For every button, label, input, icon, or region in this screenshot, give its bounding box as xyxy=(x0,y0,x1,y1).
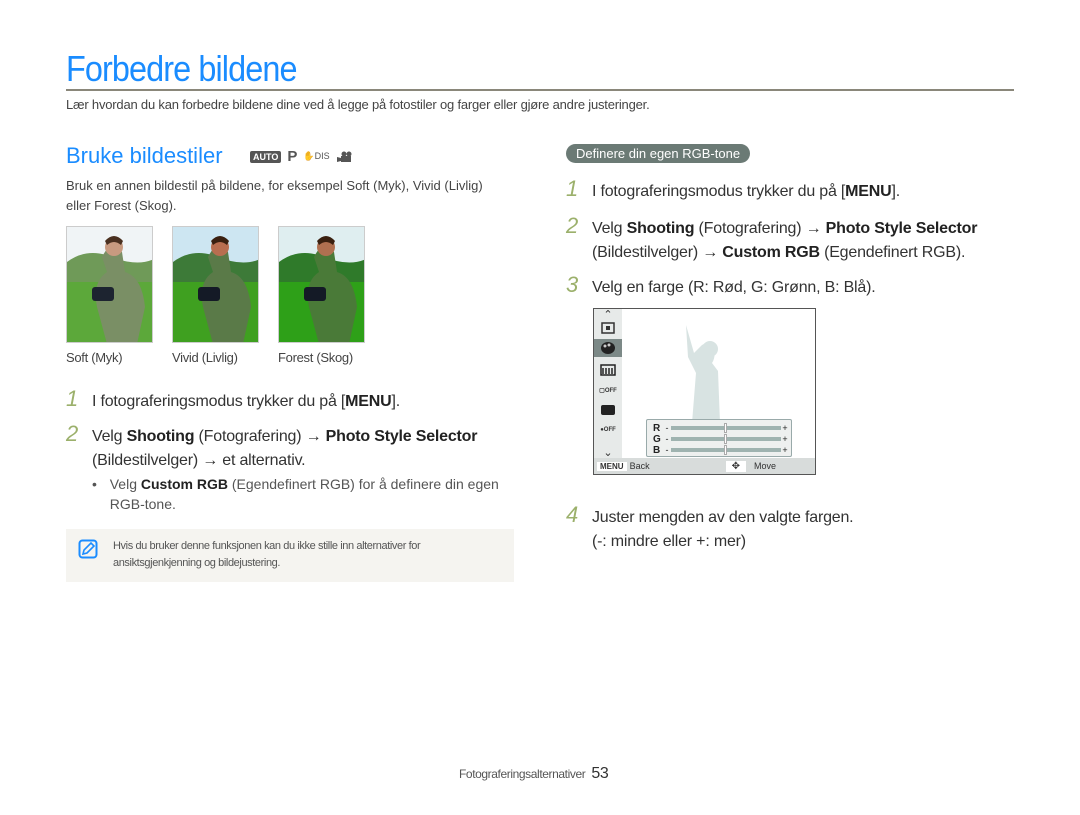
right-step-2: 2 Velg Shooting (Fotografering) → Photo … xyxy=(566,213,977,265)
face-detect-off-icon: ▢OFF xyxy=(599,387,617,394)
thumbnail-image xyxy=(66,226,153,343)
scroll-down-icon: ⌄ xyxy=(603,446,613,459)
page-number: 53 xyxy=(591,765,609,782)
program-mode-icon: P xyxy=(287,148,298,165)
footer-section: Fotograferingsalternativer xyxy=(459,767,586,781)
thumbnail-vivid: Vivid (Livlig) xyxy=(172,226,259,365)
page-footer: Fotograferingsalternativer 53 xyxy=(459,765,609,783)
slider-b[interactable]: B - + xyxy=(653,445,789,456)
title-divider xyxy=(66,89,1014,91)
movie-mode-icon xyxy=(336,151,352,162)
thumbnail-caption: Vivid (Livlig) xyxy=(172,350,238,365)
thumbnail-image xyxy=(172,226,259,343)
slider-track[interactable] xyxy=(671,434,781,444)
focus-area-icon xyxy=(598,319,618,337)
slider-g[interactable]: G - + xyxy=(653,434,789,445)
left-step-2: 2 Velg Shooting (Fotografering) → Photo … xyxy=(66,421,477,473)
step-number: 1 xyxy=(566,176,579,201)
move-label: Move xyxy=(753,461,776,471)
thumbnail-image xyxy=(278,226,365,343)
page-title: Forbedre bildene xyxy=(66,48,297,89)
left-step-1: 1 I fotograferingsmodus trykker du på [M… xyxy=(66,386,400,414)
section-description: Bruk en annen bildestil på bildene, for … xyxy=(66,178,483,213)
slider-track[interactable] xyxy=(671,445,781,455)
slider-thumb[interactable] xyxy=(724,423,727,433)
mode-icons: AUTO P ✋DIS xyxy=(250,148,352,165)
screen-bottom-bar: MENU Back ✥ Move xyxy=(594,458,815,474)
note-box: Hvis du bruker denne funksjonen kan du i… xyxy=(66,529,514,582)
subsection-pill: Definere din egen RGB-tone xyxy=(566,144,751,163)
step-number: 1 xyxy=(66,386,79,411)
menu-key: MENU xyxy=(845,183,892,200)
slider-thumb[interactable] xyxy=(724,434,727,444)
dual-is-icon: ✋DIS xyxy=(303,151,330,161)
image-adjust-icon xyxy=(598,401,618,419)
subject-silhouette xyxy=(686,325,720,423)
step-number: 2 xyxy=(566,213,579,238)
bullet-custom-rgb: • Velg Custom RGB (Egendefinert RGB) for… xyxy=(92,476,499,512)
step-number: 3 xyxy=(566,272,579,297)
rgb-adjust-panel: R - + G - + B - + xyxy=(646,419,792,457)
menu-key-icon: MENU xyxy=(597,461,627,471)
step-number: 4 xyxy=(566,502,579,527)
move-dpad-icon: ✥ xyxy=(725,460,746,472)
note-text: Hvis du bruker denne funksjonen kan du i… xyxy=(113,540,421,569)
slider-r[interactable]: R - + xyxy=(653,423,789,434)
note-pencil-icon xyxy=(78,539,98,559)
style-thumbnails: Soft (Myk) Vivid (Livlig) Forest (Skog) xyxy=(66,226,365,365)
screen-menu-sidebar: ⌃ ▢OFF ●OFF ⌄ xyxy=(594,309,622,460)
thumbnail-forest: Forest (Skog) xyxy=(278,226,365,365)
step-number: 2 xyxy=(66,421,79,446)
photo-style-icon xyxy=(594,339,622,357)
thumbnail-caption: Soft (Myk) xyxy=(66,350,123,365)
slider-track[interactable] xyxy=(671,423,781,433)
right-step-3: 3 Velg en farge (R: Rød, G: Grønn, B: Bl… xyxy=(566,272,876,300)
auto-mode-icon: AUTO xyxy=(250,150,282,163)
metering-icon xyxy=(598,361,618,379)
back-label: Back xyxy=(629,461,650,471)
right-step-1: 1 I fotograferingsmodus trykker du på [M… xyxy=(566,176,900,204)
section-title: Bruke bildestiler xyxy=(66,143,223,168)
slider-thumb[interactable] xyxy=(724,445,727,455)
intro-text: Lær hvordan du kan forbedre bildene dine… xyxy=(66,97,650,112)
menu-key: MENU xyxy=(345,393,392,410)
camera-screen: ⌃ ▢OFF ●OFF ⌄ R - + G - + B - + MENU Bac xyxy=(593,308,816,475)
thumbnail-caption: Forest (Skog) xyxy=(278,350,353,365)
scroll-up-icon: ⌃ xyxy=(603,308,613,321)
right-step-4: 4 Juster mengden av den valgte fargen. (-… xyxy=(566,502,854,554)
thumbnail-soft: Soft (Myk) xyxy=(66,226,153,365)
voice-off-icon: ●OFF xyxy=(600,427,616,433)
